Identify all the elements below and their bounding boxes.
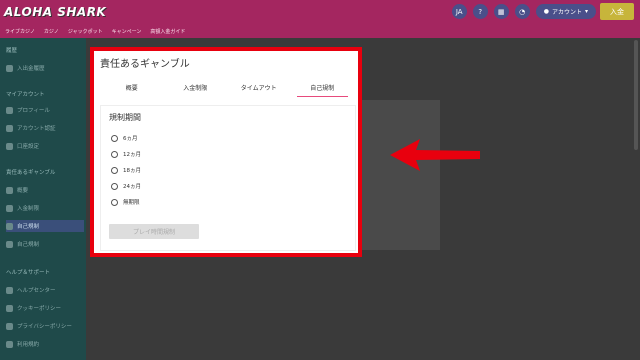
nav-item-deposit-guide[interactable]: 高額入金ガイド xyxy=(150,28,185,35)
user-icon: ● xyxy=(543,8,549,15)
sidebar-item-deposit-limit[interactable]: 入金制限 xyxy=(6,202,84,214)
sidebar-item-label: クッキーポリシー xyxy=(17,306,62,312)
option-label: 無期限 xyxy=(123,200,140,206)
bank-icon xyxy=(6,142,13,150)
radio-button[interactable] xyxy=(111,182,118,190)
sidebar-heading-history: 履歴 xyxy=(6,48,18,54)
nav-item-campaign[interactable]: キャンペーン xyxy=(112,28,142,35)
radio-button[interactable] xyxy=(111,150,118,158)
sidebar-item-label: ヘルプセンター xyxy=(17,288,56,294)
option-6-months[interactable]: 6ヵ月 xyxy=(111,132,138,144)
option-label: 18ヵ月 xyxy=(123,168,141,174)
deposit-button[interactable]: 入金 xyxy=(600,3,634,20)
option-12-months[interactable]: 12ヵ月 xyxy=(111,148,141,160)
help-icon xyxy=(6,286,13,294)
account-label: アカウント xyxy=(551,9,582,16)
header-icons: JA ? ▦ ◔ ● アカウント ▾ xyxy=(451,4,596,19)
pointer-arrow-icon xyxy=(390,139,480,171)
option-label: 6ヵ月 xyxy=(123,136,138,142)
sidebar-item-label: 自己規制 xyxy=(17,224,40,230)
sidebar-item-label: 利用規約 xyxy=(17,342,40,348)
radio-button[interactable] xyxy=(111,166,118,174)
option-24-months[interactable]: 24ヵ月 xyxy=(111,180,141,192)
bell-icon[interactable]: ◔ xyxy=(514,4,530,19)
account-button[interactable]: ● アカウント ▾ xyxy=(535,4,596,19)
nav-item-casino[interactable]: カジノ xyxy=(44,28,59,35)
person-icon xyxy=(6,340,13,348)
sidebar-item-bank-settings[interactable]: 口座設定 xyxy=(6,140,84,152)
sidebar-item-cookie-policy[interactable]: クッキーポリシー xyxy=(6,302,84,314)
radio-button[interactable] xyxy=(111,134,118,142)
id-card-icon xyxy=(6,124,13,132)
page-scrollbar[interactable] xyxy=(634,40,638,150)
submit-button[interactable]: プレイ時間規制 xyxy=(109,224,199,239)
radio-button[interactable] xyxy=(111,198,118,206)
nav-item-jackpot[interactable]: ジャックポット xyxy=(68,28,103,35)
sidebar-item-profile[interactable]: プロフィール xyxy=(6,104,84,116)
person-icon xyxy=(6,106,13,114)
sidebar-item-self-exclusion[interactable]: 自己規制 xyxy=(6,220,84,232)
chevron-down-icon: ▾ xyxy=(584,8,588,15)
tab-deposit-limit[interactable]: 入金制限 xyxy=(164,77,228,97)
tab-self-exclusion[interactable]: 自己規制 xyxy=(291,77,355,97)
info-icon xyxy=(6,186,13,194)
sidebar-item-label: 概要 xyxy=(17,188,29,194)
tab-bar: 概要 入金制限 タイムアウト 自己規制 xyxy=(100,77,354,97)
cookie-icon xyxy=(6,304,13,312)
background-card xyxy=(350,100,440,250)
site-logo[interactable]: ALOHA SHARK xyxy=(4,3,106,21)
calendar-icon[interactable]: ▦ xyxy=(493,4,509,19)
sidebar-item-label: 入金制限 xyxy=(17,206,40,212)
lock-icon xyxy=(6,222,13,230)
sidebar-item-label: 入出金履歴 xyxy=(17,66,45,72)
top-header: ALOHA SHARK JA ? ▦ ◔ ● アカウント ▾ 入金 xyxy=(0,0,640,24)
shield-icon xyxy=(6,204,13,212)
option-18-months[interactable]: 18ヵ月 xyxy=(111,164,141,176)
sidebar-item-label: アカウント認証 xyxy=(17,126,56,132)
sidebar-item-self-exclusion-2[interactable]: 自己規制 xyxy=(6,238,84,250)
sidebar-item-label: 自己規制 xyxy=(17,242,40,248)
nav-item-live-casino[interactable]: ライブカジノ xyxy=(5,28,35,35)
logo-text: ALOHA SHARK xyxy=(4,5,107,19)
tab-timeout[interactable]: タイムアウト xyxy=(227,77,291,97)
panel-title: 責任あるギャンブル xyxy=(100,59,190,70)
sidebar-item-label: プロフィール xyxy=(17,108,50,114)
option-indefinite[interactable]: 無期限 xyxy=(111,196,140,208)
sidebar-item-privacy-policy[interactable]: プライバシーポリシー xyxy=(6,320,84,332)
section-title: 規制期間 xyxy=(109,113,141,122)
responsible-gambling-panel: 責任あるギャンブル 概要 入金制限 タイムアウト 自己規制 規制期間 6ヵ月 1… xyxy=(90,47,362,257)
tab-overview[interactable]: 概要 xyxy=(100,77,164,97)
grid-icon xyxy=(6,240,13,248)
exclusion-period-card: 規制期間 6ヵ月 12ヵ月 18ヵ月 24ヵ月 無期限 プレイ時間規制 xyxy=(100,105,356,251)
sidebar-heading-account: マイアカウント xyxy=(6,92,45,98)
language-label: JA xyxy=(455,7,463,16)
sidebar: 履歴 入出金履歴 マイアカウント プロフィール アカウント認証 口座設定 責任あ… xyxy=(0,38,86,360)
list-icon xyxy=(6,64,13,72)
sidebar-heading-responsible: 責任あるギャンブル xyxy=(6,170,56,176)
sidebar-item-label: プライバシーポリシー xyxy=(17,324,72,330)
sidebar-item-terms[interactable]: 利用規約 xyxy=(6,338,84,350)
sidebar-heading-help: ヘルプ＆サポート xyxy=(6,270,51,276)
main-nav: ライブカジノ カジノ ジャックポット キャンペーン 高額入金ガイド xyxy=(0,24,640,38)
sidebar-item-label: 口座設定 xyxy=(17,144,40,150)
option-label: 24ヵ月 xyxy=(123,184,141,190)
option-label: 12ヵ月 xyxy=(123,152,141,158)
language-icon[interactable]: JA xyxy=(451,4,467,19)
sidebar-item-help-center[interactable]: ヘルプセンター xyxy=(6,284,84,296)
document-icon xyxy=(6,322,13,330)
help-icon[interactable]: ? xyxy=(472,4,488,19)
sidebar-item-transactions[interactable]: 入出金履歴 xyxy=(6,62,84,74)
sidebar-item-verification[interactable]: アカウント認証 xyxy=(6,122,84,134)
sidebar-item-overview[interactable]: 概要 xyxy=(6,184,84,196)
